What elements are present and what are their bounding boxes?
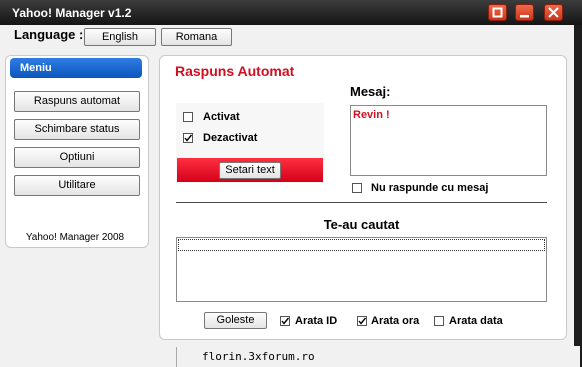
arata-data-label: Arata data [449, 315, 503, 327]
language-label: Language : [14, 27, 84, 42]
auto-reply-title: Raspuns Automat [175, 63, 295, 79]
section-divider [176, 202, 547, 203]
message-textarea[interactable]: Revin ! [350, 105, 547, 176]
window-border [574, 25, 582, 367]
dezactivat-checkbox[interactable] [183, 133, 193, 143]
menu-item-utilitare[interactable]: Utilitare [14, 175, 140, 196]
restore-icon [492, 7, 503, 18]
searched-title: Te-au cautat [323, 217, 400, 232]
menu-item-raspuns-automat[interactable]: Raspuns automat [14, 91, 140, 112]
close-icon [548, 7, 559, 18]
message-label: Mesaj: [350, 84, 391, 99]
language-romana-button[interactable]: Romana [161, 28, 232, 46]
restore-button[interactable] [488, 4, 507, 21]
clear-button[interactable]: Goleste [204, 312, 267, 329]
arata-ora-checkbox[interactable] [357, 316, 367, 326]
minimize-icon [520, 15, 529, 18]
arata-ora-label: Arata ora [371, 315, 420, 327]
arata-data-checkbox[interactable] [434, 316, 444, 326]
arata-id-label: Arata ID [295, 315, 338, 327]
menu-footer: Yahoo! Manager 2008 [25, 232, 125, 243]
message-value: Revin ! [353, 109, 390, 121]
arata-id-checkbox[interactable] [280, 316, 290, 326]
check-icon [358, 317, 366, 325]
no-reply-checkbox[interactable] [352, 183, 362, 193]
searched-list[interactable] [176, 237, 547, 302]
setari-text-button[interactable]: Setari text [219, 162, 281, 179]
close-button[interactable] [544, 4, 563, 21]
menu-header: Meniu [10, 58, 142, 78]
minimize-button[interactable] [515, 4, 534, 21]
no-reply-label: Nu raspunde cu mesaj [371, 182, 489, 194]
activat-checkbox[interactable] [183, 112, 193, 122]
check-icon [281, 317, 289, 325]
check-icon [184, 134, 192, 142]
language-english-button[interactable]: English [84, 28, 156, 46]
activat-label: Activat [203, 111, 240, 123]
dezactivat-label: Dezactivat [203, 132, 258, 144]
title-bar: Yahoo! Manager v1.2 [0, 0, 582, 25]
menu-item-schimbare-status[interactable]: Schimbare status [14, 119, 140, 140]
menu-item-optiuni[interactable]: Optiuni [14, 147, 140, 168]
window-title: Yahoo! Manager v1.2 [12, 6, 132, 20]
list-focus-row[interactable] [178, 239, 545, 251]
status-text: florin.3xforum.ro [176, 347, 315, 367]
